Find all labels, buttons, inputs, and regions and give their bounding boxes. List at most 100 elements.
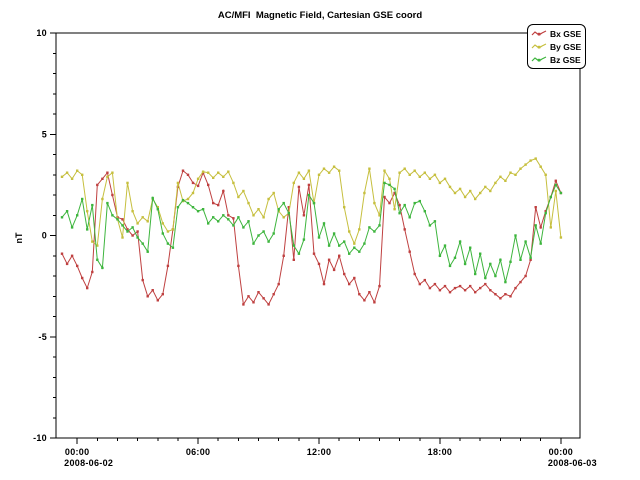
y-tick-label: -5 <box>38 332 47 342</box>
series-marker-bz <box>499 259 501 261</box>
series-marker-bz <box>509 261 511 263</box>
series-marker-bz <box>293 244 295 246</box>
series-marker-bz <box>237 216 239 218</box>
series-marker-by <box>252 214 254 216</box>
series-marker-by <box>167 230 169 232</box>
series-marker-bz <box>288 212 290 214</box>
legend-label-bz: Bz GSE <box>550 55 581 65</box>
series-marker-bx <box>388 202 390 204</box>
series-marker-bx <box>252 301 254 303</box>
series-marker-bx <box>489 289 491 291</box>
series-marker-by <box>267 198 269 200</box>
series-marker-bz <box>222 214 224 216</box>
plot-frame <box>56 33 580 438</box>
series-marker-by <box>66 172 68 174</box>
series-marker-by <box>71 178 73 180</box>
series-marker-bx <box>152 289 154 291</box>
series-marker-by <box>434 174 436 176</box>
series-marker-bx <box>338 255 340 257</box>
series-marker-by <box>535 157 537 159</box>
series-marker-bz <box>66 210 68 212</box>
x-tick-label: 06:00 <box>186 447 211 457</box>
series-marker-by <box>247 202 249 204</box>
series-marker-bx <box>283 255 285 257</box>
series-marker-bz <box>404 204 406 206</box>
series-marker-bx <box>162 293 164 295</box>
series-marker-bz <box>283 202 285 204</box>
series-marker-bz <box>131 226 133 228</box>
series-marker-bz <box>464 263 466 265</box>
series-marker-bx <box>383 196 385 198</box>
series-marker-bz <box>212 216 214 218</box>
series-marker-bx <box>444 285 446 287</box>
series-marker-by <box>489 190 491 192</box>
legend: Bx GSE By GSE Bz GSE <box>527 24 586 69</box>
series-marker-by <box>479 192 481 194</box>
series-marker-by <box>419 176 421 178</box>
x-tick-label: 00:00 <box>549 447 574 457</box>
series-marker-by <box>131 210 133 212</box>
series-marker-bx <box>61 253 63 255</box>
series-marker-bx <box>106 172 108 174</box>
series-marker-by <box>217 172 219 174</box>
series-marker-bz <box>177 206 179 208</box>
series-marker-bx <box>81 277 83 279</box>
series-marker-bx <box>449 291 451 293</box>
legend-label-bx: Bx GSE <box>550 29 581 39</box>
y-tick-label: 0 <box>42 231 47 241</box>
series-marker-by <box>293 182 295 184</box>
series-marker-by <box>555 190 557 192</box>
series-marker-bz <box>550 196 552 198</box>
series-marker-bz <box>318 236 320 238</box>
series-marker-bz <box>358 251 360 253</box>
series-marker-by <box>207 172 209 174</box>
series-marker-bz <box>398 212 400 214</box>
legend-label-by: By GSE <box>550 42 581 52</box>
series-marker-bz <box>545 212 547 214</box>
series-marker-bx <box>308 184 310 186</box>
series-marker-bx <box>343 273 345 275</box>
series-marker-bz <box>393 188 395 190</box>
series-marker-by <box>177 182 179 184</box>
series-marker-bz <box>459 240 461 242</box>
series-marker-bz <box>333 232 335 234</box>
series-marker-bz <box>555 184 557 186</box>
series-marker-bx <box>207 184 209 186</box>
series-marker-by <box>81 174 83 176</box>
series-marker-bx <box>182 170 184 172</box>
series-marker-by <box>237 196 239 198</box>
series-marker-bx <box>318 263 320 265</box>
series-marker-bz <box>76 214 78 216</box>
series-marker-by <box>494 182 496 184</box>
series-marker-bx <box>142 279 144 281</box>
series-marker-bx <box>121 218 123 220</box>
series-marker-by <box>540 166 542 168</box>
series-marker-bx <box>257 291 259 293</box>
series-marker-bz <box>313 202 315 204</box>
series-marker-bz <box>126 230 128 232</box>
series-marker-by <box>106 176 108 178</box>
series-marker-bz <box>257 234 259 236</box>
series-marker-by <box>373 202 375 204</box>
series-marker-bz <box>152 197 154 199</box>
series-marker-by <box>363 192 365 194</box>
series-marker-bx <box>363 299 365 301</box>
series-marker-bx <box>404 228 406 230</box>
series-marker-bz <box>449 265 451 267</box>
series-marker-bz <box>142 242 144 244</box>
series-marker-by <box>409 174 411 176</box>
series-marker-bz <box>489 263 491 265</box>
series-marker-bx <box>459 285 461 287</box>
series-marker-bz <box>504 281 506 283</box>
series-marker-by <box>91 240 93 242</box>
series-marker-by <box>328 172 330 174</box>
series-marker-bz <box>232 224 234 226</box>
series-marker-by <box>222 176 224 178</box>
series-marker-bx <box>499 297 501 299</box>
series-marker-bx <box>303 214 305 216</box>
series-marker-bz <box>494 275 496 277</box>
series-marker-bz <box>121 224 123 226</box>
series-marker-bx <box>267 303 269 305</box>
series-marker-bz <box>273 232 275 234</box>
series-marker-bx <box>398 204 400 206</box>
